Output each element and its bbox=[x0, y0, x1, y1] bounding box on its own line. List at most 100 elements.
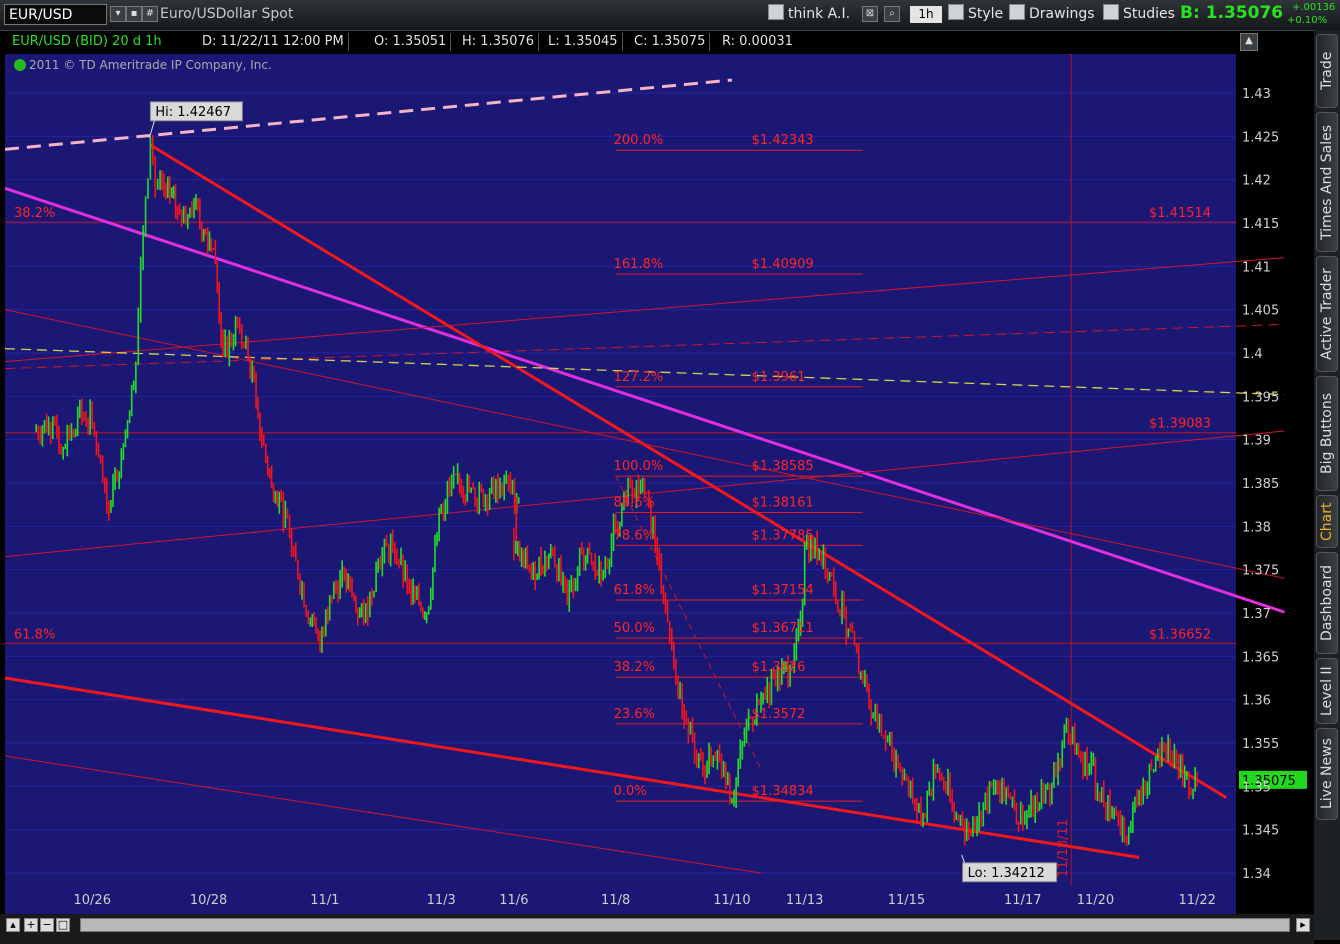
y-tick-label: 1.345 bbox=[1242, 824, 1279, 839]
tab-chart[interactable]: Chart bbox=[1316, 495, 1338, 548]
y-tick-label: 1.425 bbox=[1242, 130, 1279, 145]
low-price-label: Lo: 1.34212 bbox=[968, 866, 1045, 881]
think-label: think A.I. bbox=[788, 6, 851, 22]
chart-settings-icon[interactable]: ▲ bbox=[1240, 33, 1258, 51]
drawings-label: Drawings bbox=[1029, 6, 1095, 22]
scrollbar-thumb[interactable] bbox=[80, 918, 1290, 932]
symbol-dropdown-button[interactable]: ▾ bbox=[110, 6, 126, 22]
fib-percent-label: 23.6% bbox=[614, 707, 655, 722]
y-tick-label: 1.395 bbox=[1242, 390, 1279, 405]
info-high: H: 1.35076 bbox=[458, 33, 540, 51]
fib-percent-label: 0.0% bbox=[614, 784, 647, 799]
fib-percent-label: 50.0% bbox=[614, 621, 655, 636]
x-tick-label: 11/3 bbox=[427, 893, 456, 908]
x-tick-label: 10/26 bbox=[74, 893, 111, 908]
fib-price-label: $1.3626 bbox=[752, 660, 806, 675]
studies-label: Studies bbox=[1123, 6, 1175, 22]
info-close: C: 1.35075 bbox=[630, 33, 711, 51]
x-tick-label: 10/28 bbox=[190, 893, 227, 908]
fib-percent-label: 100.0% bbox=[614, 459, 664, 474]
level-price-label: $1.39083 bbox=[1149, 417, 1211, 432]
tab-trade[interactable]: Trade bbox=[1316, 34, 1338, 108]
side-tabs: Trade Times And Sales Active Trader Big But… bbox=[1314, 30, 1340, 940]
tab-times-and-sales[interactable]: Times And Sales bbox=[1316, 112, 1338, 252]
broker-logo-icon bbox=[14, 59, 26, 71]
x-tick-label: 11/8 bbox=[601, 893, 630, 908]
high-price-label: Hi: 1.42467 bbox=[155, 105, 231, 120]
zoom-out-icon[interactable]: − bbox=[40, 918, 54, 932]
zoom-fit-icon[interactable]: □ bbox=[56, 918, 70, 932]
tab-live-news[interactable]: Live News bbox=[1316, 728, 1338, 820]
y-tick-label: 1.36 bbox=[1242, 694, 1271, 709]
fib-percent-label: 161.8% bbox=[614, 257, 664, 272]
top-toolbar: ▾ ▪ # Euro/USDollar Spot think A.I. ⊠ ⌕ … bbox=[0, 0, 1340, 31]
fib-price-label: $1.37154 bbox=[752, 583, 814, 598]
info-range: R: 0.00031 bbox=[722, 34, 793, 49]
scroll-right-icon[interactable]: ▸ bbox=[1296, 918, 1310, 932]
y-tick-label: 1.37 bbox=[1242, 607, 1271, 622]
x-tick-label: 11/20 bbox=[1077, 893, 1114, 908]
fib-percent-label: 127.2% bbox=[614, 370, 664, 385]
studies-icon bbox=[1103, 4, 1119, 20]
info-date: D: 11/22/11 12:00 PM bbox=[198, 33, 349, 51]
fib-price-label: $1.3572 bbox=[752, 707, 806, 722]
fib-price-label: $1.36711 bbox=[752, 621, 814, 636]
x-tick-label: 11/17 bbox=[1004, 893, 1041, 908]
y-tick-label: 1.365 bbox=[1242, 650, 1279, 665]
bottom-bar: ▴ + − □ ▸ bbox=[0, 914, 1314, 944]
expand-icon[interactable]: ▴ bbox=[6, 918, 20, 932]
tab-big-buttons[interactable]: Big Buttons bbox=[1316, 376, 1338, 491]
style-icon bbox=[948, 4, 964, 20]
fib-percent-label: 200.0% bbox=[614, 133, 664, 148]
crosshair-tool-button[interactable]: ⊠ bbox=[862, 6, 878, 22]
y-tick-label: 1.385 bbox=[1242, 477, 1279, 492]
tab-active-trader[interactable]: Active Trader bbox=[1316, 256, 1338, 372]
date-marker-label: 11/18/11 bbox=[1056, 819, 1071, 877]
level-percent-label: 38.2% bbox=[14, 206, 55, 221]
x-tick-label: 11/15 bbox=[888, 893, 925, 908]
fib-percent-label: 38.2% bbox=[614, 660, 655, 675]
info-open: O: 1.35051 bbox=[370, 33, 452, 51]
price-info-bar: EUR/USD (BID) 20 d 1h D: 11/22/11 12:00 … bbox=[4, 31, 1258, 53]
y-tick-label: 1.34 bbox=[1242, 867, 1271, 882]
fib-price-label: $1.40909 bbox=[752, 257, 814, 272]
y-tick-label: 1.405 bbox=[1242, 304, 1279, 319]
zoom-in-icon[interactable]: + bbox=[24, 918, 38, 932]
drawings-button[interactable]: Drawings bbox=[1009, 4, 1095, 25]
level-price-label: $1.41514 bbox=[1149, 206, 1211, 221]
y-tick-label: 1.355 bbox=[1242, 737, 1279, 752]
style-button[interactable]: Style bbox=[948, 4, 1003, 25]
fib-percent-label: 78.6% bbox=[614, 528, 655, 543]
symbol-input[interactable] bbox=[4, 4, 107, 25]
x-tick-label: 11/13 bbox=[786, 893, 823, 908]
price-chart[interactable]: 38.2% $1.41514 $1.39083 61.8% $1.36652 200.0%… bbox=[4, 54, 1314, 914]
y-tick-label: 1.4 bbox=[1242, 347, 1263, 362]
think-ai-button[interactable]: think A.I. bbox=[768, 4, 850, 25]
y-tick-label: 1.415 bbox=[1242, 217, 1279, 232]
fib-price-label: $1.34834 bbox=[752, 784, 814, 799]
studies-button[interactable]: Studies bbox=[1103, 4, 1175, 25]
y-tick-label: 1.43 bbox=[1242, 87, 1271, 102]
level-price-label: $1.36652 bbox=[1149, 627, 1211, 642]
symbol-menu-button[interactable]: # bbox=[142, 6, 158, 22]
y-tick-label: 1.38 bbox=[1242, 520, 1271, 535]
style-label: Style bbox=[968, 6, 1004, 22]
fib-percent-label: 61.8% bbox=[614, 583, 655, 598]
tab-level-ii[interactable]: Level II bbox=[1316, 658, 1338, 724]
y-tick-label: 1.42 bbox=[1242, 174, 1271, 189]
timeframe-select[interactable]: 1h bbox=[910, 6, 942, 23]
drawings-icon bbox=[1009, 4, 1025, 20]
tab-dashboard[interactable]: Dashboard bbox=[1316, 552, 1338, 654]
x-tick-label: 11/1 bbox=[310, 893, 339, 908]
fib-price-label: $1.38161 bbox=[752, 495, 814, 510]
think-icon bbox=[768, 4, 784, 20]
copyright-notice: 2011 © TD Ameritrade IP Company, Inc. bbox=[14, 58, 272, 72]
info-low: L: 1.35045 bbox=[544, 33, 623, 51]
x-tick-label: 11/10 bbox=[713, 893, 750, 908]
level-percent-label: 61.8% bbox=[14, 627, 55, 642]
y-tick-label: 1.35 bbox=[1242, 780, 1271, 795]
link-button[interactable]: ▪ bbox=[126, 6, 142, 22]
x-tick-label: 11/22 bbox=[1178, 893, 1215, 908]
zoom-tool-button[interactable]: ⌕ bbox=[884, 6, 900, 22]
fib-percent-label: 88.6% bbox=[614, 495, 655, 510]
